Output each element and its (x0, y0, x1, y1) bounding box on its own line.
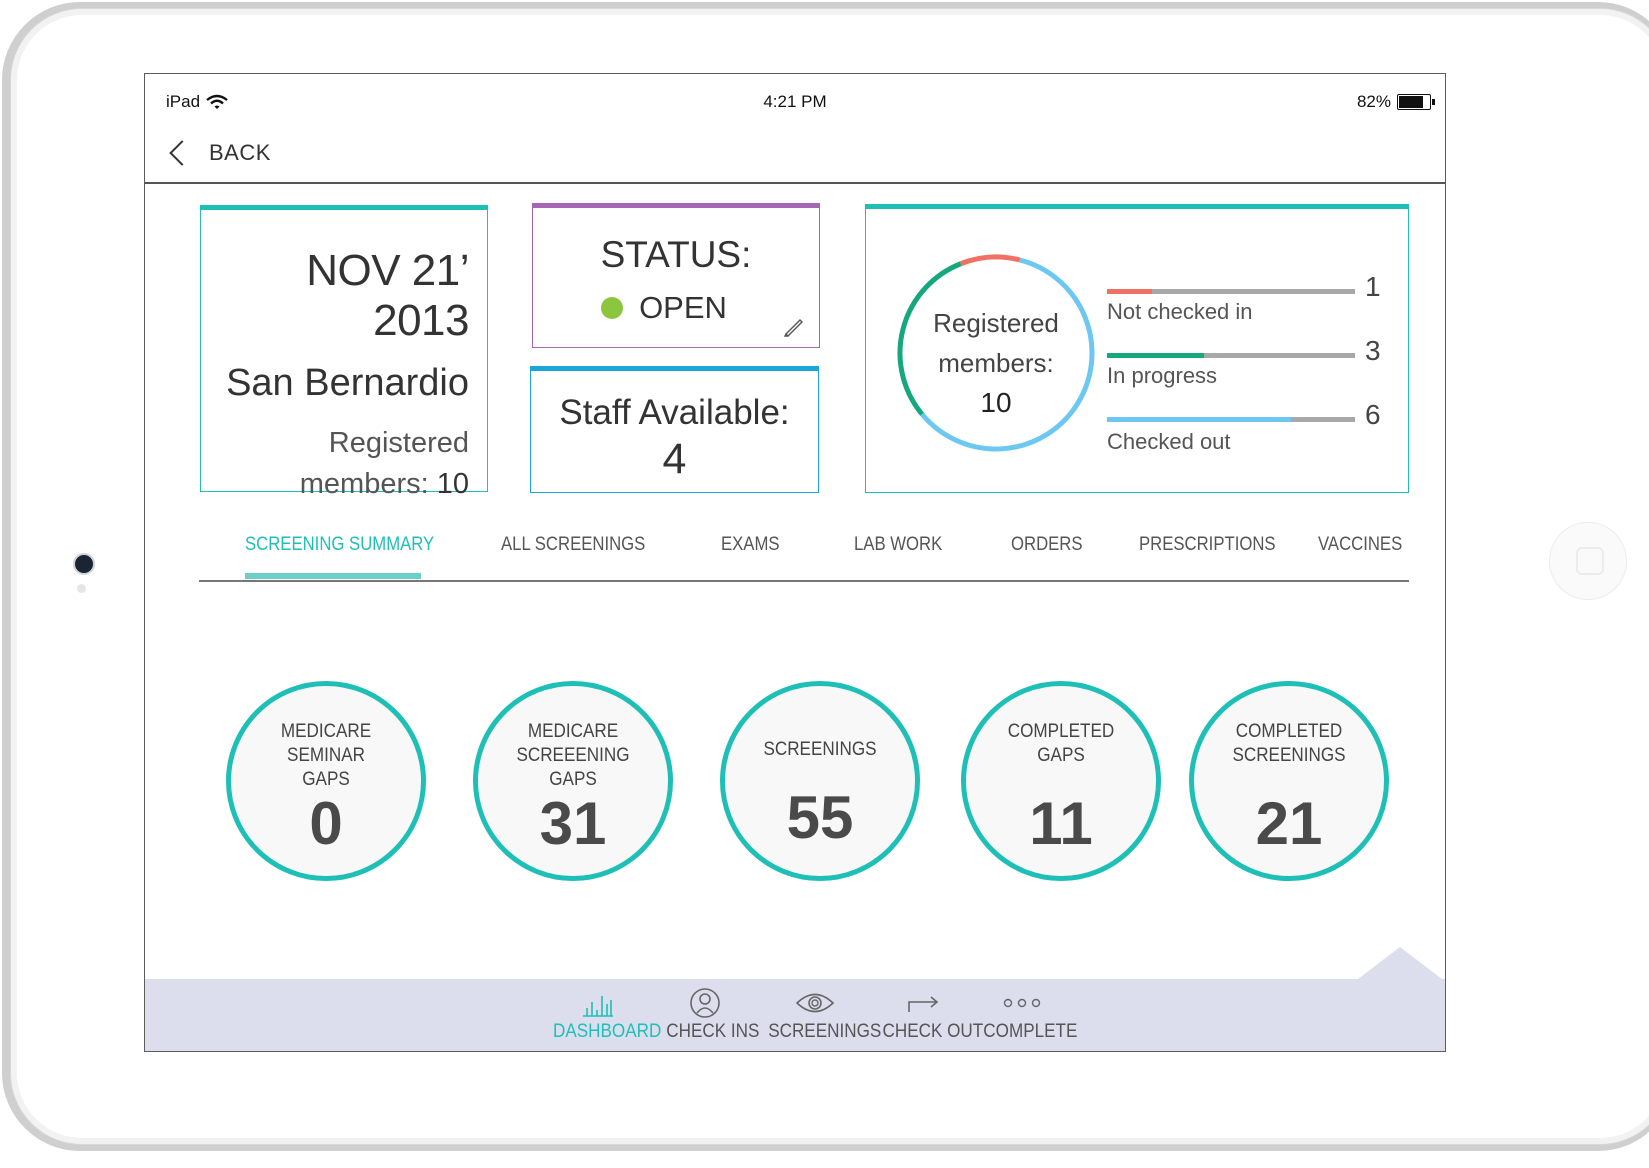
home-button[interactable] (1549, 522, 1627, 600)
tab-all-screenings[interactable]: ALL SCREENINGS (501, 534, 645, 556)
registered-members: Registered members: 10 (201, 423, 469, 505)
bottom-tab-dashboard[interactable]: DASHBOARD (548, 987, 662, 1043)
progress-fill (1107, 289, 1152, 294)
donut-label: Registered members: (894, 303, 1098, 383)
user-circle-icon (662, 987, 748, 1019)
bottom-tab-label: CHECK INS (666, 1021, 760, 1042)
event-info-card: NOV 21’ 2013 San Bernardio Registered me… (200, 205, 488, 500)
progress-fill (1107, 417, 1291, 422)
bottom-tab-complete[interactable]: COMPLETE (979, 987, 1078, 1043)
status-bar: iPad 4:21 PM 82% (145, 74, 1445, 126)
stat-circle[interactable]: MEDICARE SCREEENING GAPS 31 (473, 681, 673, 881)
stat-caption: MEDICARE SCREEENING GAPS (488, 720, 659, 792)
camera-icon (73, 553, 95, 575)
stat-caption-line: SCREEENING (516, 745, 630, 766)
stat-caption-line: SCREENINGS (763, 739, 877, 760)
nav-bar: BACK (145, 126, 1445, 184)
donut-label-line1: Registered (933, 308, 1059, 338)
status-row: OPEN (533, 290, 795, 326)
battery-percent: 82% (1356, 92, 1391, 111)
tab-vaccines[interactable]: VACCINES (1318, 534, 1402, 556)
stat-value: 11 (1029, 790, 1093, 857)
bottom-tab-label: SCREENINGS (768, 1021, 882, 1042)
donut-label-line2: members: (938, 348, 1054, 378)
back-button[interactable]: BACK (165, 140, 271, 166)
bottom-tab-screenings[interactable]: SCREENINGS (763, 987, 882, 1043)
donut-center: Registered members: 10 (894, 251, 1098, 455)
donut-count: 10 (980, 387, 1012, 418)
bottom-tab-label: CHECK OUT (882, 1021, 984, 1042)
stat-circle[interactable]: COMPLETED GAPS 11 (961, 681, 1161, 881)
stat-value: 55 (786, 784, 854, 851)
tab-prescriptions[interactable]: PRESCRIPTIONS (1139, 534, 1276, 556)
arrow-right-icon (878, 987, 968, 1019)
status-title: STATUS: (600, 234, 752, 275)
battery-icon (1397, 94, 1435, 110)
dots-icon (979, 987, 1065, 1019)
home-square-icon (1576, 547, 1604, 575)
sensor-dot (77, 584, 86, 593)
tab-bar-notch (1358, 947, 1442, 979)
progress-label: Checked out (1107, 429, 1231, 454)
progress-track (1107, 289, 1355, 294)
stat-circle[interactable]: MEDICARE SEMINAR GAPS 0 (226, 681, 426, 881)
section-tabs: SCREENING SUMMARY ALL SCREENINGS EXAMS LAB … (199, 522, 1409, 582)
tab-screening-summary[interactable]: SCREENING SUMMARY (245, 534, 434, 556)
stat-circle[interactable]: SCREENINGS 55 (720, 681, 920, 881)
stat-value: 21 (1255, 790, 1323, 857)
tab-exams[interactable]: EXAMS (721, 534, 780, 556)
stat-caption: COMPLETED SCREENINGS (1204, 720, 1375, 768)
stat-caption-line: MEDICARE (280, 721, 372, 742)
bar-chart-icon (548, 987, 648, 1019)
tab-lab-work[interactable]: LAB WORK (854, 534, 942, 556)
bottom-tab-label: DASHBOARD (553, 1021, 662, 1042)
members-label: members: (299, 468, 429, 500)
eye-icon (763, 987, 867, 1019)
stat-caption-line: SCREENINGS (1232, 745, 1346, 766)
staff-label: Staff Available: (559, 393, 790, 432)
stat-circle[interactable]: COMPLETED SCREENINGS 21 (1189, 681, 1389, 881)
staff-card: Staff Available: 4 (530, 366, 819, 493)
progress-track (1107, 417, 1355, 422)
staff-count: 4 (662, 435, 687, 483)
members-progress-card: Registered members: 10 1 Not checked in 3 I… (865, 204, 1409, 493)
progress-track (1107, 353, 1355, 358)
registered-label: Registered (328, 427, 469, 459)
back-label: BACK (209, 140, 271, 165)
status-right: 82% (1356, 92, 1435, 112)
progress-label: Not checked in (1107, 299, 1253, 324)
stat-caption: MEDICARE SEMINAR GAPS (241, 720, 412, 792)
progress-count: 3 (1365, 335, 1381, 366)
bottom-tab-check-ins[interactable]: CHECK INS (662, 987, 760, 1043)
bottom-tab-bar: DASHBOARD CHECK INS SCREENINGS CHECK OUT COM… (145, 979, 1445, 1051)
stat-caption-line: COMPLETED (1007, 721, 1115, 742)
event-location: San Bernardio (226, 362, 469, 404)
registered-count: 10 (436, 468, 469, 500)
stat-caption-line: MEDICARE (527, 721, 619, 742)
stat-value: 0 (309, 790, 343, 857)
progress-count: 1 (1365, 271, 1381, 302)
bottom-tab-check-out[interactable]: CHECK OUT (878, 987, 984, 1043)
active-tab-underline (245, 573, 421, 579)
app-screen: iPad 4:21 PM 82% BACK NOV 21’ 2013 San B… (144, 73, 1446, 1052)
progress-count: 6 (1365, 399, 1381, 430)
stat-caption-line: SEMINAR (287, 745, 365, 766)
tab-orders[interactable]: ORDERS (1011, 534, 1083, 556)
stat-caption: SCREENINGS (735, 738, 906, 762)
stat-caption-line: COMPLETED (1235, 721, 1343, 742)
progress-label: In progress (1107, 363, 1218, 388)
event-date: NOV 21’ 2013 (306, 246, 469, 345)
bottom-tab-label: COMPLETE (983, 1021, 1078, 1042)
stat-caption-line: GAPS (1037, 745, 1085, 766)
progress-fill (1107, 353, 1204, 358)
chevron-left-icon (169, 140, 195, 166)
stat-value: 31 (539, 790, 607, 857)
pencil-icon[interactable] (783, 315, 805, 337)
status-card: STATUS: OPEN (532, 203, 820, 348)
status-value: OPEN (639, 290, 727, 325)
clock: 4:21 PM (763, 92, 827, 111)
stat-caption: COMPLETED GAPS (976, 720, 1147, 768)
status-indicator (601, 297, 624, 319)
